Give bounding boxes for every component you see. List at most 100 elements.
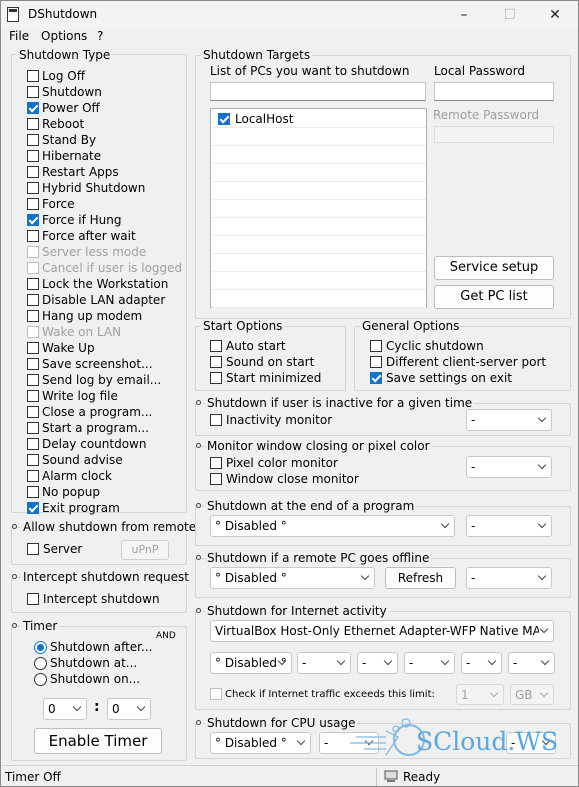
save-screenshot-label: Save screenshot...: [42, 357, 153, 371]
end-program-value: ° Disabled °: [215, 519, 287, 533]
bullet-icon: [196, 503, 201, 508]
inactivity-value: -: [471, 413, 476, 427]
lock-the-workstation-checkbox[interactable]: [27, 278, 39, 290]
start-option-checkbox-1[interactable]: [210, 356, 222, 368]
general-option-checkbox-1[interactable]: [370, 356, 382, 368]
end-program-select-2[interactable]: -: [466, 515, 552, 537]
server-label: Server: [43, 542, 83, 556]
enable-timer-button[interactable]: Enable Timer: [34, 728, 162, 754]
force-after-wait-checkbox[interactable]: [27, 230, 39, 242]
timer-at-radio[interactable]: [34, 657, 47, 670]
service-setup-button[interactable]: Service setup: [434, 256, 554, 280]
alarm-clock-checkbox[interactable]: [27, 470, 39, 482]
wake-on-lan-checkbox[interactable]: [27, 326, 39, 338]
window-close-checkbox[interactable]: [210, 473, 222, 485]
internet-mode-value: ° Disabled °: [215, 656, 287, 670]
menu-help[interactable]: ?: [97, 29, 103, 44]
delay-countdown-checkbox[interactable]: [27, 438, 39, 450]
internet-select-5[interactable]: -: [508, 652, 555, 674]
remote-password-input[interactable]: [434, 126, 554, 143]
force-if-hung-checkbox[interactable]: [27, 214, 39, 226]
monitor-select[interactable]: -: [466, 456, 552, 478]
monitor-window-title: Monitor window closing or pixel color: [205, 439, 432, 453]
wake-up-checkbox[interactable]: [27, 342, 39, 354]
get-pc-list-button[interactable]: Get PC list: [434, 285, 554, 309]
hibernate-checkbox[interactable]: [27, 150, 39, 162]
pc-list-item[interactable]: LocalHost: [212, 110, 426, 128]
start-option-checkbox-0[interactable]: [210, 340, 222, 352]
chevron-down-icon: [487, 656, 497, 666]
general-options-title: General Options: [360, 319, 462, 333]
chevron-down-icon: [383, 656, 393, 666]
start-a-program-checkbox[interactable]: [27, 422, 39, 434]
save-screenshot-checkbox[interactable]: [27, 358, 39, 370]
internet-select-4[interactable]: -: [461, 652, 502, 674]
disable-lan-adapter-checkbox[interactable]: [27, 294, 39, 306]
send-log-by-email-checkbox[interactable]: [27, 374, 39, 386]
traffic-unit-select[interactable]: GB: [510, 684, 554, 705]
close-button[interactable]: ✕: [532, 1, 578, 29]
no-popup-checkbox[interactable]: [27, 486, 39, 498]
stand-by-checkbox[interactable]: [27, 134, 39, 146]
log-off-checkbox[interactable]: [27, 70, 39, 82]
network-adapter-value: VirtualBox Host-Only Ethernet Adapter-WF…: [215, 624, 539, 638]
pc-list-empty-row: [212, 236, 426, 254]
start-option-checkbox-2[interactable]: [210, 372, 222, 384]
menu-options[interactable]: Options: [41, 29, 87, 44]
chevron-down-icon: [136, 702, 146, 712]
chevron-down-icon: [537, 413, 547, 423]
shutdown-type-title: Shutdown Type: [17, 48, 113, 62]
minimize-button[interactable]: –: [441, 1, 487, 29]
cancel-if-user-is-logged-checkbox[interactable]: [27, 262, 39, 274]
internet-select-1[interactable]: -: [297, 652, 351, 674]
inactivity-select[interactable]: -: [466, 409, 552, 431]
timer-on-radio[interactable]: [34, 673, 47, 686]
traffic-limit-select[interactable]: 1: [456, 684, 504, 705]
restart-apps-checkbox[interactable]: [27, 166, 39, 178]
alarm-clock-label: Alarm clock: [42, 469, 112, 483]
internet-mode-select[interactable]: ° Disabled °: [210, 652, 292, 674]
inactivity-checkbox[interactable]: [210, 414, 222, 426]
cpu-mode-select[interactable]: ° Disabled °: [210, 732, 311, 754]
write-log-file-checkbox[interactable]: [27, 390, 39, 402]
close-a-program-checkbox[interactable]: [27, 406, 39, 418]
reboot-checkbox[interactable]: [27, 118, 39, 130]
remote-offline-select[interactable]: ° Disabled °: [210, 567, 375, 589]
exit-program-checkbox[interactable]: [27, 502, 39, 514]
maximize-button[interactable]: ☐: [487, 1, 533, 29]
timer-after-radio[interactable]: [34, 641, 47, 654]
shutdown-checkbox[interactable]: [27, 86, 39, 98]
network-adapter-select[interactable]: VirtualBox Host-Only Ethernet Adapter-WF…: [210, 620, 554, 642]
server-less-mode-checkbox[interactable]: [27, 246, 39, 258]
traffic-limit-checkbox[interactable]: [210, 688, 222, 700]
menu-file[interactable]: File: [9, 29, 29, 44]
remote-offline-value: ° Disabled °: [215, 571, 287, 585]
hang-up-modem-checkbox[interactable]: [27, 310, 39, 322]
remote-offline-select-2[interactable]: -: [466, 567, 552, 589]
timer-minutes-select[interactable]: 0: [107, 698, 151, 720]
local-password-input[interactable]: [434, 82, 554, 101]
timer-and-label: AND: [156, 631, 176, 641]
power-off-checkbox[interactable]: [27, 102, 39, 114]
restart-apps-label: Restart Apps: [42, 165, 119, 179]
internet-select-3[interactable]: -: [404, 652, 455, 674]
pixel-color-checkbox[interactable]: [210, 457, 222, 469]
internet-select-2[interactable]: -: [357, 652, 398, 674]
end-program-select[interactable]: ° Disabled °: [210, 515, 455, 537]
refresh-button[interactable]: Refresh: [385, 567, 456, 589]
hybrid-shutdown-checkbox[interactable]: [27, 182, 39, 194]
general-option-checkbox-0[interactable]: [370, 340, 382, 352]
intercept-checkbox[interactable]: [27, 593, 39, 605]
timer-hours-select[interactable]: 0: [43, 698, 87, 720]
sound-advise-checkbox[interactable]: [27, 454, 39, 466]
force-checkbox[interactable]: [27, 198, 39, 210]
pc-checkbox[interactable]: [218, 113, 230, 125]
upnp-button[interactable]: uPnP: [121, 540, 169, 560]
pc-name-input[interactable]: [210, 82, 426, 101]
pc-list-label: List of PCs you want to shutdown: [210, 64, 410, 78]
server-checkbox[interactable]: [27, 543, 39, 555]
delay-countdown-label: Delay countdown: [42, 437, 147, 451]
pc-listbox[interactable]: LocalHost: [210, 108, 427, 308]
chevron-down-icon: [72, 702, 82, 712]
general-option-checkbox-2[interactable]: [370, 372, 382, 384]
